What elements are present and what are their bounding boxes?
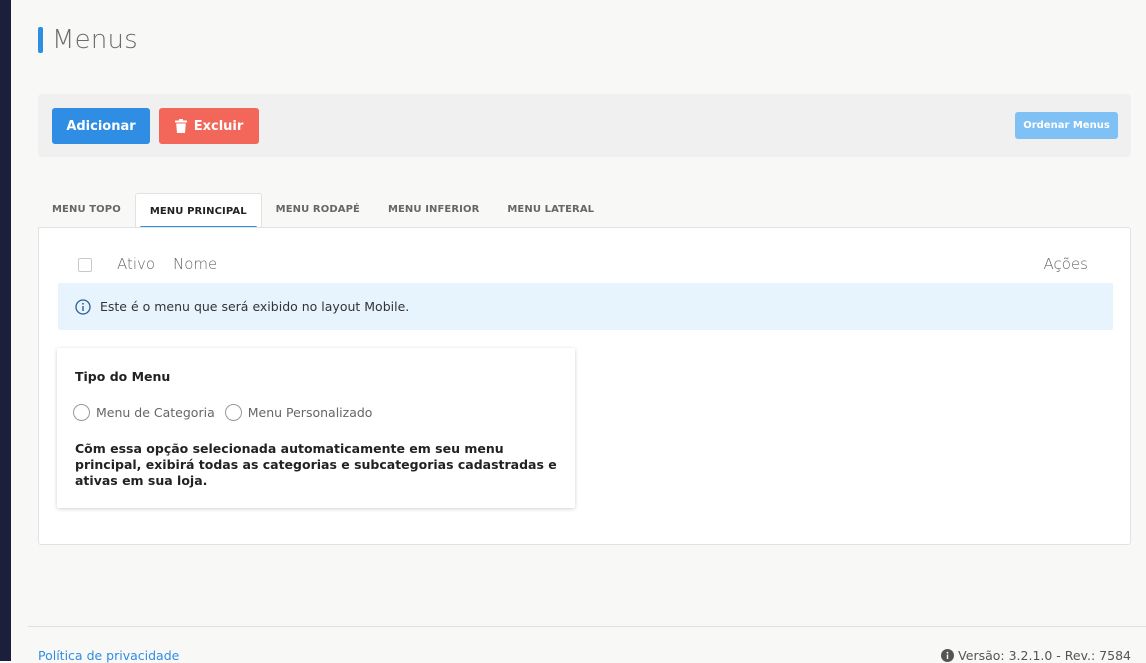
select-all-checkbox[interactable] [78, 258, 92, 272]
header-nome: Nome [173, 255, 218, 273]
sidebar-strip [0, 0, 11, 661]
header-acoes: Ações [1043, 255, 1088, 273]
info-alert: Este é o menu que será exibido no layout… [58, 283, 1113, 330]
title-accent-bar [38, 27, 43, 53]
tab-menu-principal[interactable]: MENU PRINCIPAL [134, 193, 262, 229]
tab-menu-lateral[interactable]: MENU LATERAL [493, 193, 608, 226]
radio-circle[interactable] [73, 404, 90, 421]
trash-icon [174, 119, 187, 133]
info-text: Este é o menu que será exibido no layout… [100, 299, 410, 314]
info-icon [941, 649, 955, 662]
footer-divider [28, 626, 1146, 627]
tab-panel: Ativo Nome Ações Este é o menu que será … [38, 227, 1131, 545]
add-button[interactable]: Adicionar [52, 108, 150, 144]
radio-menu-personalizado[interactable]: Menu Personalizado [224, 404, 373, 421]
delete-button[interactable]: Excluir [159, 108, 259, 144]
menu-type-description: Cõm essa opção selecionada automaticamen… [75, 441, 557, 488]
menu-type-card: Tipo do Menu Menu de Categoria Menu Pers… [57, 348, 575, 508]
toolbar: Adicionar Excluir Ordenar Menus [38, 94, 1131, 157]
header-ativo: Ativo [117, 255, 156, 273]
menu-type-radios: Menu de Categoria Menu Personalizado [73, 404, 382, 421]
page-title: Menus [52, 25, 138, 55]
menu-tabs: MENU TOPO MENU PRINCIPAL MENU RODAPÉ MEN… [38, 193, 608, 229]
tab-menu-rodape[interactable]: MENU RODAPÉ [262, 193, 374, 226]
radio-menu-categoria[interactable]: Menu de Categoria [73, 404, 215, 421]
order-menus-button[interactable]: Ordenar Menus [1015, 112, 1118, 139]
radio-label: Menu Personalizado [247, 405, 373, 420]
tab-menu-inferior[interactable]: MENU INFERIOR [374, 193, 493, 226]
tab-menu-topo[interactable]: MENU TOPO [38, 193, 135, 226]
table-header: Ativo Nome Ações [39, 250, 1130, 280]
info-circle-icon [75, 298, 91, 315]
radio-label: Menu de Categoria [96, 405, 215, 420]
menu-type-title: Tipo do Menu [75, 369, 171, 384]
delete-button-label: Excluir [193, 118, 244, 134]
page-header: Menus [38, 24, 138, 56]
radio-circle[interactable] [224, 404, 242, 421]
